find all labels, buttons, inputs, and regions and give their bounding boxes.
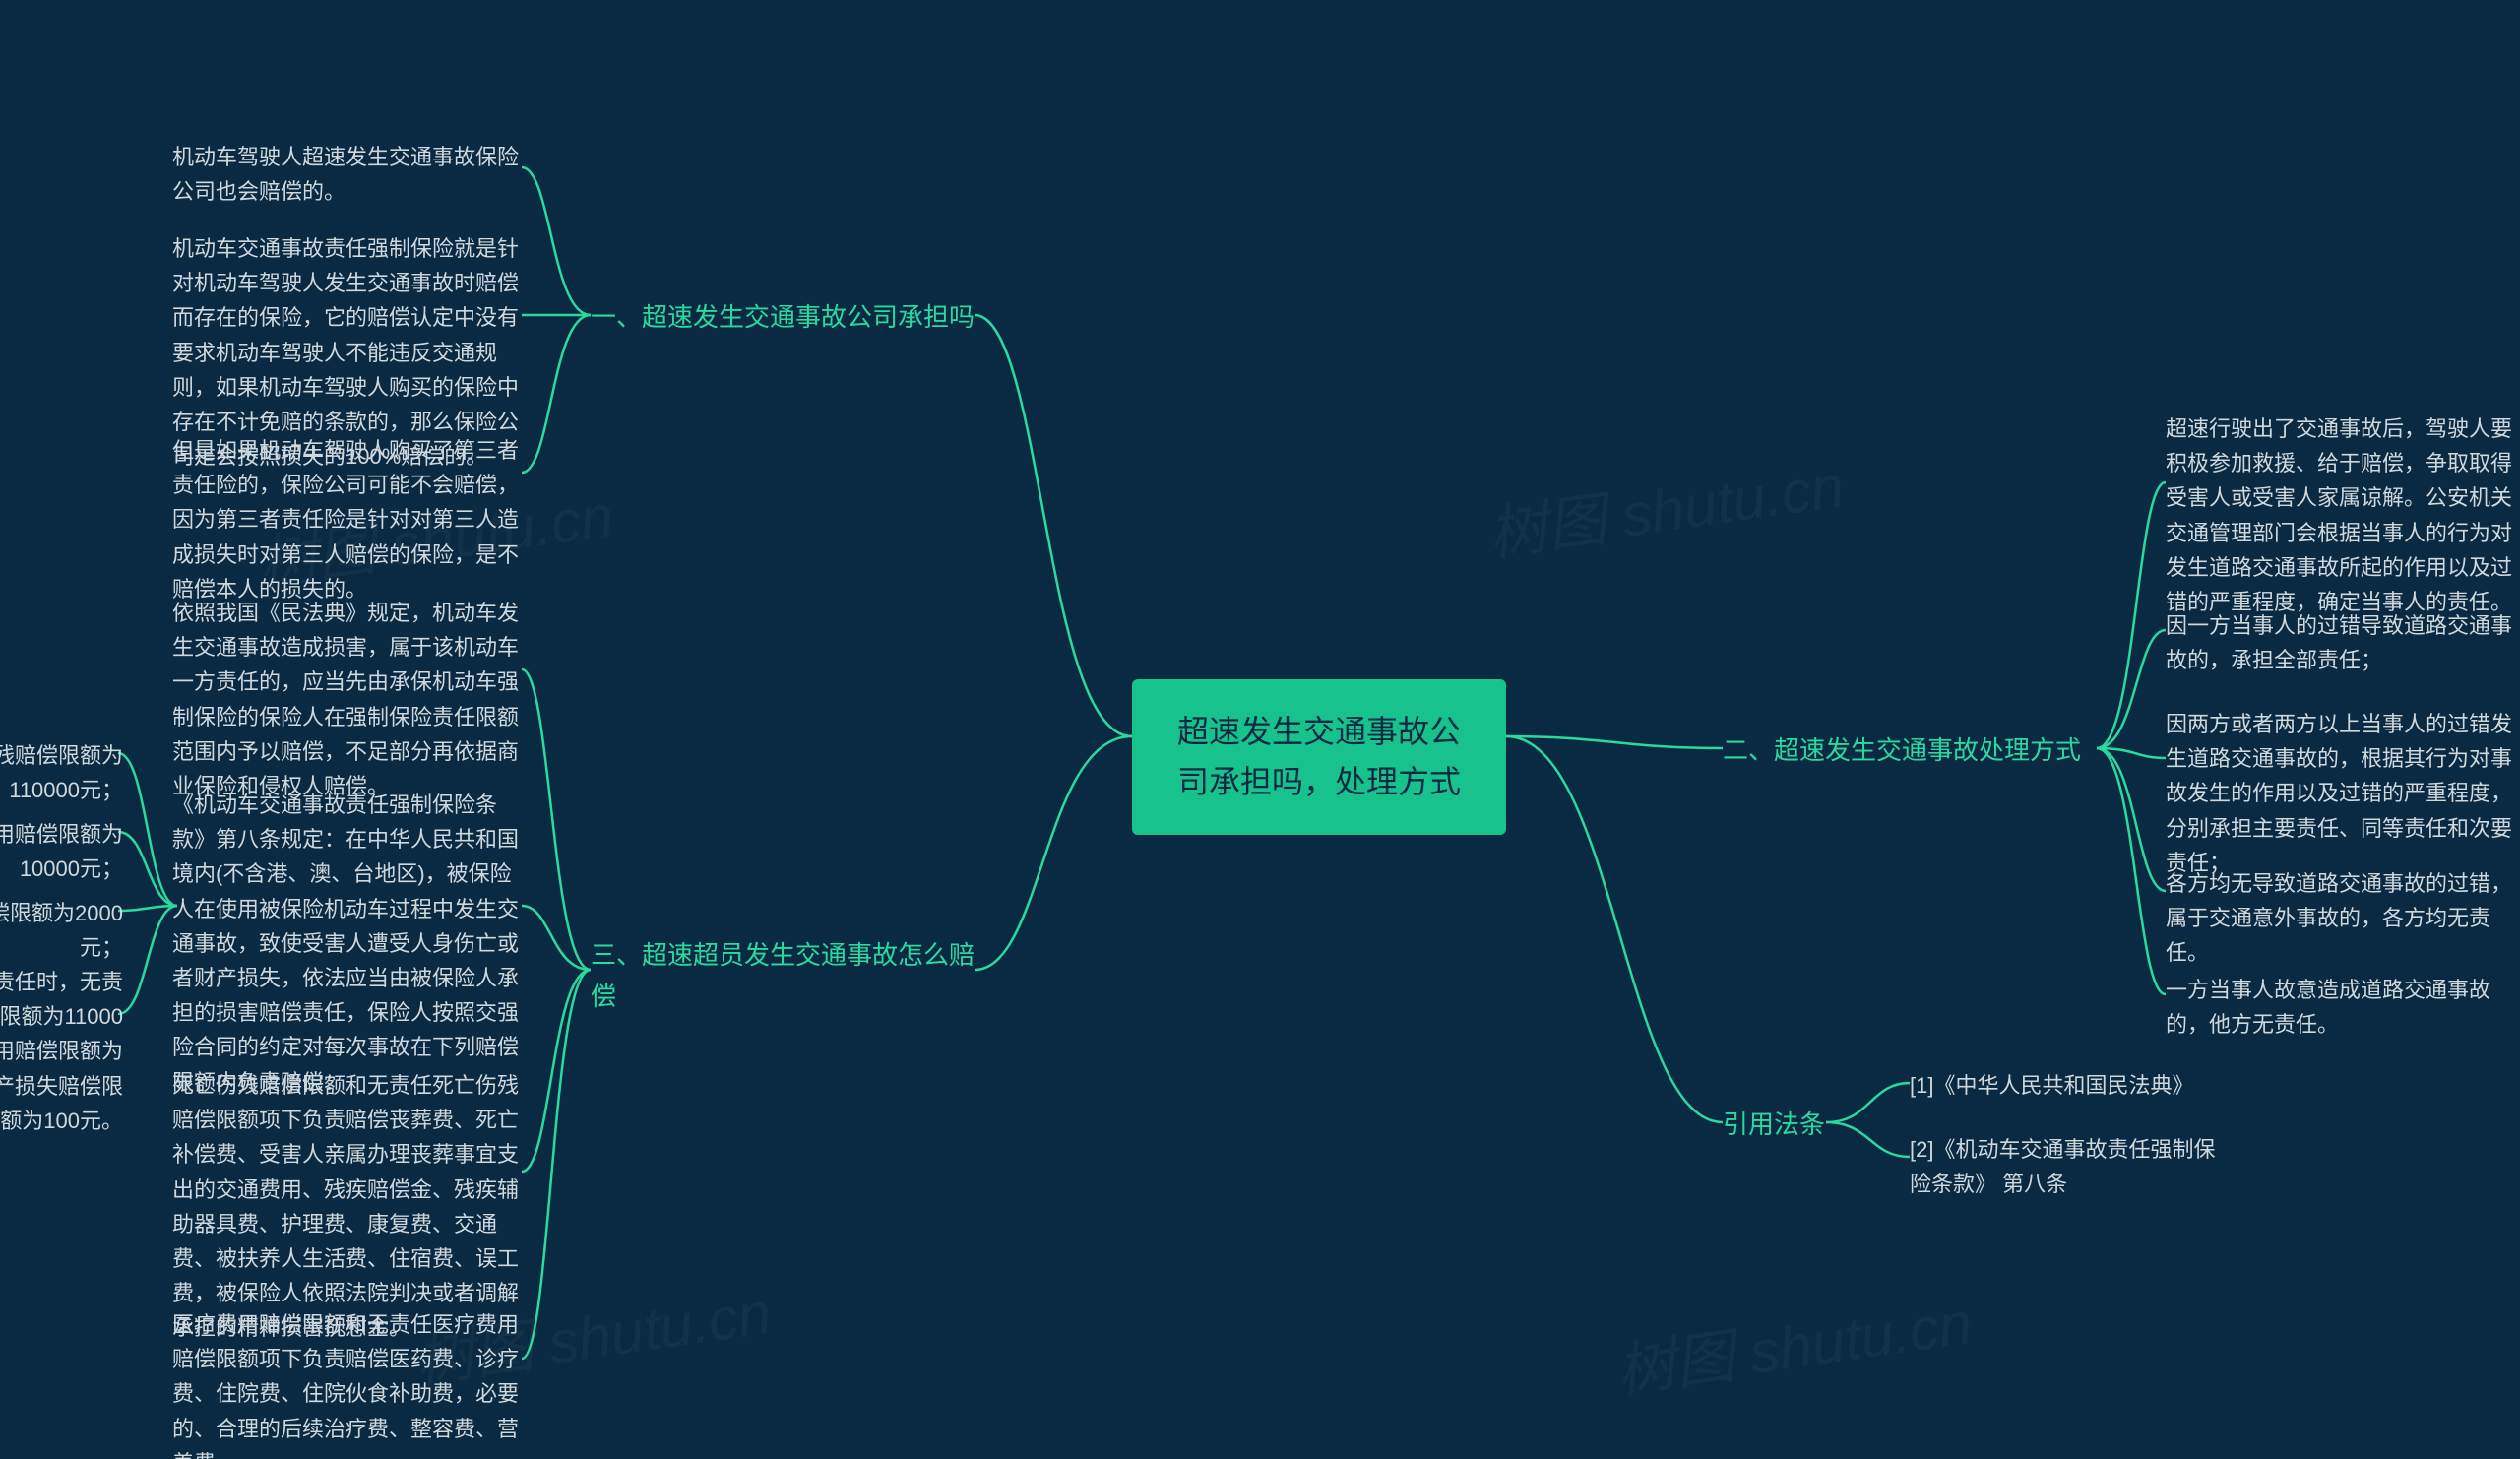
branch-3-leaf-1[interactable]: 依照我国《民法典》规定，机动车发生交通事故造成损害，属于该机动车一方责任的，应当… xyxy=(172,596,527,803)
branch-3-sub-1[interactable]: （一）死亡伤残赔偿限额为110000元； xyxy=(0,738,123,807)
mindmap-canvas: { "root": { "title": "超速发生交通事故公司承担吗，处理方式… xyxy=(0,0,2520,1459)
branch-2-leaf-1[interactable]: 超速行驶出了交通事故后，驾驶人要积极参加救援、给于赔偿，争取取得受害人或受害人家… xyxy=(2166,412,2520,619)
branch-3-leaf-3[interactable]: 死亡伤残赔偿限额和无责任死亡伤残赔偿限额项下负责赔偿丧葬费、死亡补偿费、受害人亲… xyxy=(172,1068,527,1346)
branch-3-sub-2[interactable]: （二）医疗费用赔偿限额为10000元； xyxy=(0,817,123,886)
watermark: 树图 shutu.cn xyxy=(1482,438,1849,573)
branch-2-leaf-4[interactable]: 各方均无导致道路交通事故的过错，属于交通意外事故的，各方均无责任。 xyxy=(2166,866,2520,971)
watermark: 树图 shutu.cn xyxy=(1610,1275,1977,1410)
branch-3-sub-3[interactable]: （三）财产损失赔偿限额为2000元； xyxy=(0,896,123,965)
refs-leaf-1[interactable]: [1]《中华人民共和国民法典》 xyxy=(1910,1068,2225,1103)
refs-title[interactable]: 引用法条 xyxy=(1723,1105,1831,1146)
branch-3-title[interactable]: 三、超速超员发生交通事故怎么赔偿 xyxy=(591,935,984,1017)
branch-2-leaf-5[interactable]: 一方当事人故意造成道路交通事故的，他方无责任。 xyxy=(2166,973,2520,1042)
branch-2-title[interactable]: 二、超速发生交通事故处理方式 xyxy=(1723,730,2116,772)
branch-3-sub-4[interactable]: （四）被保险人无责任时，无责任死亡伤残赔偿限额为11000元；无责任医疗费用赔偿… xyxy=(0,965,123,1138)
refs-leaf-2[interactable]: [2]《机动车交通事故责任强制保险条款》 第八条 xyxy=(1910,1132,2225,1201)
branch-3-leaf-4[interactable]: 医疗费用赔偿限额和无责任医疗费用赔偿限额项下负责赔偿医药费、诊疗费、住院费、住院… xyxy=(172,1307,527,1459)
branch-1-leaf-1[interactable]: 机动车驾驶人超速发生交通事故保险公司也会赔偿的。 xyxy=(172,140,527,209)
branch-3-leaf-2[interactable]: 《机动车交通事故责任强制保险条款》第八条规定：在中华人民共和国境内(不含港、澳、… xyxy=(172,788,527,1100)
root-node[interactable]: 超速发生交通事故公司承担吗，处理方式 xyxy=(1132,679,1506,835)
branch-2-leaf-3[interactable]: 因两方或者两方以上当事人的过错发生道路交通事故的，根据其行为对事故发生的作用以及… xyxy=(2166,707,2520,880)
branch-1-leaf-3[interactable]: 但是如果机动车驾驶人购买了第三者责任险的，保险公司可能不会赔偿，因为第三者责任险… xyxy=(172,433,527,606)
branch-1-title[interactable]: 一、超速发生交通事故公司承担吗 xyxy=(591,297,984,339)
branch-2-leaf-2[interactable]: 因一方当事人的过错导致道路交通事故的，承担全部责任； xyxy=(2166,608,2520,677)
